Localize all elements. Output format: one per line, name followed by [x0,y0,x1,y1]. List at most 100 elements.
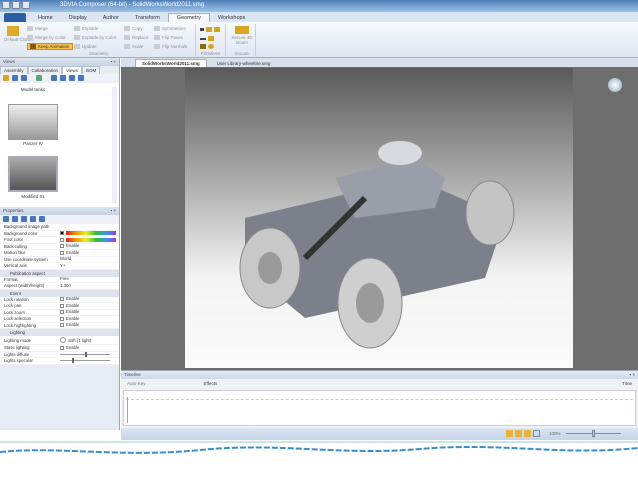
effects-button[interactable]: Effects [204,381,218,386]
dropdown[interactable]: Soft (1 light) [60,336,119,344]
primitives-group-label: Primitives [200,51,221,56]
document-tab[interactable]: SolidWorksWorld2011.smg [135,59,207,67]
explode-by-color-button[interactable]: Explode by Color [74,35,116,41]
camera-icon[interactable] [36,75,42,81]
default-clones-button[interactable]: Default Clones [4,26,34,42]
property-key: Vertical axis [4,263,27,268]
views-scrollbar[interactable] [112,87,117,203]
navigation-cube-icon[interactable] [608,78,622,92]
flip-faces-button[interactable]: Flip Faces [154,35,183,41]
tab-views[interactable]: Views [62,66,82,74]
status-icons [506,430,540,437]
tab-home[interactable]: Home [30,14,61,22]
tab-geometry[interactable]: Geometry [167,13,210,22]
views-toolbar [0,74,119,83]
checkbox[interactable] [60,316,64,321]
geometry-group: Default Clones Merge Merge by Color Keep… [2,24,196,56]
tab-bom[interactable]: BOM [81,66,101,74]
application-menu-button[interactable] [4,13,26,22]
fit-icon[interactable] [533,430,540,437]
dropdown[interactable]: Y+ [60,263,119,269]
tab-display[interactable]: Display [61,14,95,22]
select-mode-icon[interactable] [506,430,513,437]
tab-workshops[interactable]: Workshops [210,14,253,22]
tab-transform[interactable]: Transform [127,14,168,22]
checkbox[interactable] [60,297,64,302]
property-key: Static lighting [4,345,30,350]
explode-button[interactable]: Explode [74,26,98,32]
flip-normals-button[interactable]: Flip Normals [154,44,187,50]
ribbon-tabs: Home Display Author Transform Geometry W… [0,12,638,22]
specular-slider[interactable] [60,358,110,364]
document-tab[interactable]: User Library-wheeltire.smg [211,60,277,67]
scale-button[interactable]: Scale [124,44,143,50]
view-option-icon[interactable] [78,75,84,81]
checkbox[interactable] [60,323,64,328]
secure-group: Secure 3D Boom Secure [228,24,256,56]
replace-button[interactable]: Replace [124,35,149,41]
primitive-shapes-3[interactable] [200,44,216,50]
time-dropdown[interactable]: Time [622,381,632,386]
secure-3d-boom-button[interactable]: Secure 3D Boom [230,26,254,45]
copy-button[interactable]: Copy [124,26,143,32]
checkbox[interactable] [60,250,64,255]
property-tool-icon[interactable] [39,216,45,222]
update-button[interactable]: Update [74,44,97,50]
pin-close-icon[interactable]: ▪ × [111,59,116,64]
zoom-slider[interactable] [566,430,621,437]
property-value: Soft (1 light) [68,337,92,343]
update-view-icon[interactable] [21,75,27,81]
keep-animation-button[interactable]: Keep Animation [27,43,73,51]
pin-close-icon[interactable]: ▪ × [630,372,635,377]
timeline-toolbar: Auto-Key Effects Time [121,379,638,388]
create-view-icon[interactable] [3,75,9,81]
pin-close-icon[interactable]: ▪ × [111,208,116,213]
view-option-icon[interactable] [60,75,66,81]
render-area[interactable] [185,68,573,368]
property-value[interactable]: Free [60,276,119,283]
view-label: Panzer IV [23,141,43,146]
timeline-track[interactable] [123,390,636,426]
property-tool-icon[interactable] [21,216,27,222]
symmetries-label: Symmetries [162,26,186,31]
view-label: Modified 01 [21,194,45,199]
views-panel-header: Views ▪ × [0,58,119,66]
merge-button[interactable]: Merge [27,26,48,32]
select-mode-icon[interactable] [515,430,522,437]
view-thumbnail[interactable] [8,104,58,140]
property-row[interactable]: Lighting mode Soft (1 light) [0,336,119,345]
zoom-icon[interactable] [12,75,18,81]
tab-collaboration[interactable]: Collaboration [27,66,63,74]
color-picker[interactable] [66,237,116,242]
section-event[interactable]: Event [0,289,119,297]
checkbox[interactable] [60,310,64,315]
merge-by-color-button[interactable]: Merge by Color [27,35,66,41]
checkbox[interactable] [60,244,64,249]
view-option-icon[interactable] [51,75,57,81]
tank-model[interactable] [185,68,573,368]
sort-icon[interactable] [12,216,18,222]
checkbox[interactable] [60,303,64,308]
property-tool-icon[interactable] [30,216,36,222]
tab-assembly[interactable]: Assembly [0,66,28,74]
quick-access-toolbar[interactable] [2,1,52,11]
view-thumbnail-selected[interactable] [8,156,58,192]
auto-key-button[interactable]: Auto-Key [127,381,146,386]
section-lighting[interactable]: Lighting [0,329,119,336]
categorized-icon[interactable] [3,216,9,222]
view-option-icon[interactable] [69,75,75,81]
select-mode-icon[interactable] [524,430,531,437]
tab-author[interactable]: Author [95,14,127,22]
checkbox[interactable] [60,345,64,350]
title-bar: 3DVIA Composer (64-bit) - SolidWorksWorl… [0,0,638,12]
diffuse-slider[interactable] [60,351,110,357]
property-value: Y+ [60,262,66,268]
color-picker[interactable] [66,231,116,236]
timeline-panel: Timeline ▪ × Auto-Key Effects Time [121,370,638,428]
symmetries-button[interactable]: Symmetries [154,26,186,32]
primitive-shapes-2[interactable] [200,36,216,42]
dropdown[interactable]: World [60,256,119,263]
primitive-shapes[interactable] [200,27,222,33]
property-row[interactable]: Lights specular [0,358,119,365]
property-value[interactable]: 1.300 [60,283,119,289]
